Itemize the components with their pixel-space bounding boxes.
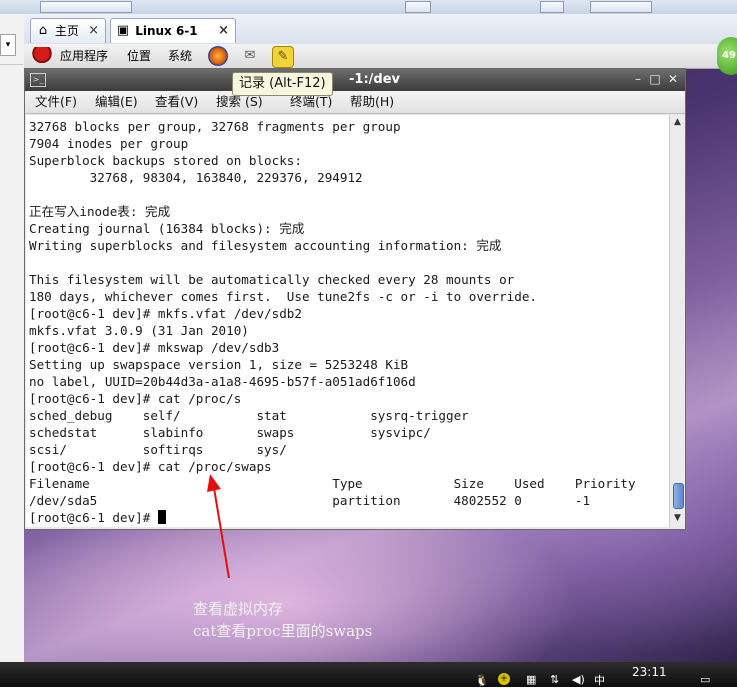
mail-client-icon[interactable]: ✉ [240,46,260,66]
update-badge[interactable]: 49 [717,37,737,75]
annotation-text: 查看虚拟内存 cat查看proc里面的swaps [193,598,372,642]
volume-icon[interactable]: ◀) [572,673,585,686]
ime-indicator[interactable]: 中 [594,672,605,688]
notes-icon[interactable]: ✎ [272,46,294,68]
scroll-up-icon[interactable]: ▲ [670,115,685,129]
record-tooltip: 记录 (Alt-F12) [232,72,333,96]
host-toolbar [0,0,737,15]
close-icon[interactable]: × [218,19,229,43]
terminal-menubar: 文件(F) 编辑(E) 查看(V) 搜索 (S) 终端(T) 帮助(H) [25,91,685,114]
message-icon[interactable]: ▭ [700,673,710,686]
terminal-titlebar[interactable]: >_ -1:/dev – □ ✕ [25,69,685,91]
close-icon[interactable]: ✕ [666,72,680,86]
menu-help[interactable]: 帮助(H) [350,91,394,113]
terminal-line: [root@c6-1 dev]# cat /proc/swaps [29,459,272,474]
terminal-window: >_ -1:/dev – □ ✕ 文件(F) 编辑(E) 查看(V) 搜索 (S… [24,68,686,530]
menu-file[interactable]: 文件(F) [35,91,77,113]
tab-label: Linux 6-1 [135,24,198,38]
tab-home[interactable]: ⌂ 主页 × [30,18,106,43]
terminal-line: This filesystem will be automatically ch… [29,272,515,287]
menu-view[interactable]: 查看(V) [155,91,198,113]
add-icon[interactable]: + [498,673,510,685]
terminal-line: [root@c6-1 dev]# cat /proc/s [29,391,242,406]
clock[interactable]: 23:11 [632,665,667,679]
annotation-line-2: cat查看proc里面的swaps [193,622,373,640]
penguin-icon[interactable]: 🐧 [475,674,489,687]
terminal-line: 7904 inodes per group [29,136,189,151]
gnome-top-panel: 应用程序 位置 系统 ✉ ✎ [24,44,737,69]
terminal-line: schedstat slabinfo swaps sysvipc/ [29,425,431,440]
terminal-icon: >_ [30,73,46,87]
tab-label: 主页 [54,24,79,38]
terminal-line: sched_debug self/ stat sysrq-trigger [29,408,469,423]
annotation-line-1: 查看虚拟内存 [193,600,284,618]
terminal-line: Creating journal (16384 blocks): 完成 [29,221,305,236]
host-taskbar: 🐧 + ▦ ⇅ ◀) 中 23:11 ▭ [0,662,737,687]
terminal-line: 正在写入inode表: 完成 [29,204,171,219]
terminal-line: Writing superblocks and filesystem accou… [29,238,502,253]
tab-linux-6-1[interactable]: ▣ Linux 6-1 × [110,18,236,43]
terminal-line: 32768 blocks per group, 32768 fragments … [29,119,401,134]
usb-icon[interactable]: ⇅ [550,673,559,686]
terminal-line: mkfs.vfat 3.0.9 (31 Jan 2010) [29,323,249,338]
host-toolbar-button[interactable] [590,1,652,13]
menu-places[interactable]: 位置 [127,44,151,68]
host-sidebar: ▾ [0,14,25,664]
vm-tab-bar: ⌂ 主页 × ▣ Linux 6-1 × [24,14,737,45]
firefox-icon[interactable] [208,46,228,66]
scroll-down-icon[interactable]: ▼ [670,511,685,525]
menu-system[interactable]: 系统 [168,44,192,68]
terminal-line: Superblock backups stored on blocks: [29,153,302,168]
window-title: -1:/dev [349,72,400,87]
terminal-line: Filename Type Size Used Priority [29,476,636,491]
scroll-thumb[interactable] [673,483,684,509]
host-toolbar-button[interactable] [405,1,431,13]
host-toolbar-button[interactable] [540,1,564,13]
terminal-prompt: [root@c6-1 dev]# [29,510,158,525]
minimize-icon[interactable]: – [631,72,645,86]
terminal-cursor [157,510,166,524]
host-dropdown[interactable]: ▾ [0,34,16,56]
close-icon[interactable]: × [88,19,99,43]
redhat-icon[interactable] [32,47,52,63]
terminal-line: no label, UUID=20b44d3a-a1a8-4695-b57f-a… [29,374,416,389]
maximize-icon[interactable]: □ [648,72,662,86]
terminal-text: 32768 blocks per group, 32768 fragments … [26,115,669,526]
terminal-scrollbar[interactable]: ▲ ▼ [669,115,685,527]
terminal-line: /dev/sda5 partition 4802552 0 -1 [29,493,591,508]
terminal-line: Setting up swapspace version 1, size = 5… [29,357,409,372]
vm-icon: ▣ [116,23,130,38]
menu-edit[interactable]: 编辑(E) [95,91,138,113]
terminal-line: 180 days, whichever comes first. Use tun… [29,289,537,304]
home-icon: ⌂ [38,23,48,38]
menu-applications[interactable]: 应用程序 [60,44,108,68]
terminal-line: [root@c6-1 dev]# mkswap /dev/sdb3 [29,340,280,355]
network-icon[interactable]: ▦ [526,673,536,686]
terminal-output[interactable]: 32768 blocks per group, 32768 fragments … [26,115,669,527]
terminal-line: 32768, 98304, 163840, 229376, 294912 [89,170,363,185]
terminal-line: scsi/ softirqs sys/ [29,442,287,457]
terminal-line: [root@c6-1 dev]# mkfs.vfat /dev/sdb2 [29,306,302,321]
host-toolbar-button[interactable] [40,1,132,13]
